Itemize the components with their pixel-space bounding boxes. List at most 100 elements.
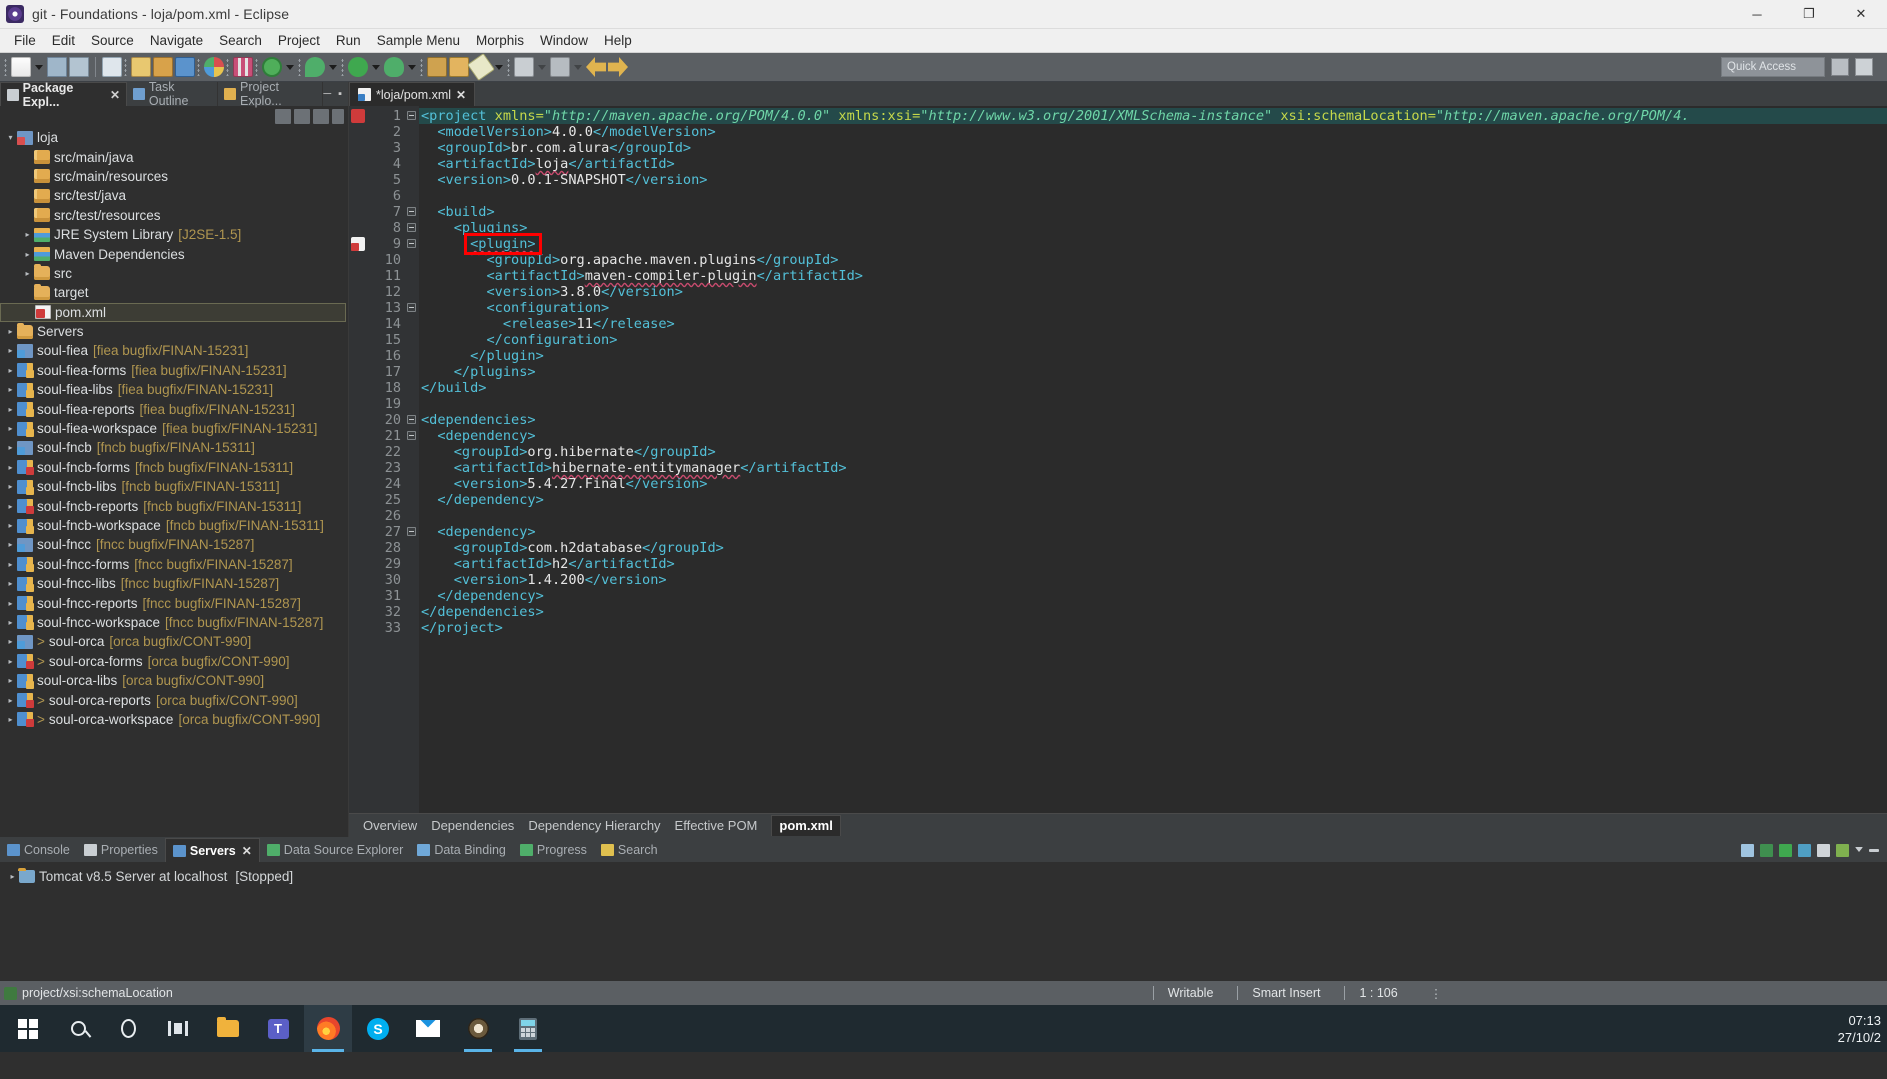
minimize-view-icon[interactable]: [1869, 848, 1879, 852]
run-icon[interactable]: [348, 57, 368, 77]
run-dropdown-icon[interactable]: [372, 64, 380, 70]
folding-column[interactable]: [405, 106, 419, 813]
profile-server-icon[interactable]: [1798, 843, 1811, 857]
tree-item-src-main-resources[interactable]: src/main/resources: [0, 167, 348, 186]
maven-tab-overview[interactable]: Overview: [363, 818, 417, 833]
eclipse-icon[interactable]: [454, 1005, 502, 1052]
tree-item-jre-system-library[interactable]: ▸ JRE System Library [J2SE-1.5]: [0, 225, 348, 244]
collapse-all-icon[interactable]: [275, 108, 291, 124]
expand-icon[interactable]: ▸: [4, 618, 17, 627]
tree-item-soul-orca-forms[interactable]: ▸ > soul-orca-forms [orca bugfix/CONT-990]: [0, 652, 348, 671]
bottom-tab-console[interactable]: Console: [0, 838, 77, 862]
new-dropdown-icon[interactable]: [35, 64, 43, 70]
next-annotation-icon[interactable]: [514, 57, 534, 77]
bottom-tab-progress[interactable]: Progress: [513, 838, 594, 862]
expand-icon[interactable]: ▸: [21, 250, 34, 259]
next-annotation-dropdown-icon[interactable]: [538, 64, 546, 70]
bottom-tab-properties[interactable]: Properties: [77, 838, 165, 862]
view-menu-icon[interactable]: [313, 108, 329, 124]
server-list-item[interactable]: ▸ Tomcat v8.5 Server at localhost [Stopp…: [0, 866, 1887, 886]
open-task-icon[interactable]: [153, 57, 173, 77]
expand-icon[interactable]: ▸: [4, 696, 17, 705]
status-more-icon[interactable]: ⋮: [1430, 986, 1443, 1001]
start-button-icon[interactable]: [4, 1005, 52, 1052]
refresh-icon[interactable]: [262, 57, 282, 77]
view-tab-project-explo[interactable]: Project Explo...: [218, 80, 324, 108]
toolbar-grip-9[interactable]: [507, 58, 510, 76]
tree-item-soul-fncb-reports[interactable]: ▸ soul-fncb-reports [fncb bugfix/FINAN-153…: [0, 496, 348, 515]
toggle-breakpoint-icon[interactable]: [131, 57, 151, 77]
menu-item-window[interactable]: Window: [532, 31, 596, 50]
save-icon[interactable]: [47, 57, 67, 77]
expand-icon[interactable]: ▸: [4, 637, 17, 646]
expand-icon[interactable]: ▸: [4, 482, 17, 491]
maven-tab-dependency-hierarchy[interactable]: Dependency Hierarchy: [528, 818, 660, 833]
close-icon[interactable]: ✕: [242, 844, 252, 858]
quick-access-input[interactable]: Quick Access: [1721, 57, 1825, 77]
tree-item-soul-fncc[interactable]: ▸ soul-fncc [fncc bugfix/FINAN-15287]: [0, 535, 348, 554]
mail-icon[interactable]: [404, 1005, 452, 1052]
close-icon[interactable]: ✕: [110, 88, 120, 102]
toolbar-grip-4[interactable]: [226, 58, 229, 76]
fold-toggle-icon[interactable]: [407, 415, 416, 424]
maven-tab-pom-xml[interactable]: pom.xml: [771, 815, 841, 836]
previous-annotation-icon[interactable]: [550, 57, 570, 77]
file-explorer-icon[interactable]: [204, 1005, 252, 1052]
menu-item-help[interactable]: Help: [596, 31, 640, 50]
warning-marker[interactable]: [351, 237, 365, 251]
tree-item-src-test-resources[interactable]: src/test/resources: [0, 206, 348, 225]
coverage-icon[interactable]: [204, 57, 224, 77]
tree-item-maven-dependencies[interactable]: ▸ Maven Dependencies: [0, 244, 348, 263]
tree-item-soul-fiea-reports[interactable]: ▸ soul-fiea-reports [fiea bugfix/FINAN-152…: [0, 399, 348, 418]
fold-toggle-icon[interactable]: [407, 303, 416, 312]
back-icon[interactable]: [586, 57, 606, 77]
tree-item-loja[interactable]: ▾ loja: [0, 128, 348, 147]
microsoft-teams-icon[interactable]: T: [254, 1005, 302, 1052]
console-view-icon[interactable]: [1741, 843, 1754, 857]
tree-item-soul-orca[interactable]: ▸ > soul-orca [orca bugfix/CONT-990]: [0, 632, 348, 651]
tree-item-soul-orca-workspace[interactable]: ▸ > soul-orca-workspace [orca bugfix/CONT-9…: [0, 710, 348, 729]
code-editor-text[interactable]: <project xmlns="http://maven.apache.org/…: [419, 106, 1887, 813]
servers-view-content[interactable]: ▸ Tomcat v8.5 Server at localhost [Stopp…: [0, 862, 1887, 981]
print-icon[interactable]: [102, 57, 122, 77]
menu-item-sample-menu[interactable]: Sample Menu: [369, 31, 468, 50]
marker-column[interactable]: [349, 106, 367, 813]
new-package-icon[interactable]: [449, 57, 469, 77]
external-tools-icon[interactable]: [305, 57, 325, 77]
tree-item-soul-fiea-workspace[interactable]: ▸ soul-fiea-workspace [fiea bugfix/FINAN-1…: [0, 419, 348, 438]
save-all-icon[interactable]: [69, 57, 89, 77]
tree-item-soul-fncb[interactable]: ▸ soul-fncb [fncb bugfix/FINAN-15311]: [0, 438, 348, 457]
menu-item-morphis[interactable]: Morphis: [468, 31, 532, 50]
new-annotation-icon[interactable]: [467, 53, 495, 81]
tree-item-src-test-java[interactable]: src/test/java: [0, 186, 348, 205]
fold-toggle-icon[interactable]: [407, 527, 416, 536]
view-tab-package-expl[interactable]: Package Expl... ✕: [0, 81, 128, 109]
expand-icon[interactable]: ▸: [21, 230, 34, 239]
fold-toggle-icon[interactable]: [407, 223, 416, 232]
publish-icon[interactable]: [1836, 843, 1849, 857]
external-tools-dropdown-icon[interactable]: [329, 64, 337, 70]
error-marker[interactable]: [351, 109, 365, 123]
menu-item-file[interactable]: File: [6, 31, 44, 50]
previous-annotation-dropdown-icon[interactable]: [574, 64, 582, 70]
tree-item-soul-fncc-forms[interactable]: ▸ soul-fncc-forms [fncc bugfix/FINAN-15287…: [0, 555, 348, 574]
search-icon[interactable]: [54, 1005, 102, 1052]
bottom-tab-search[interactable]: Search: [594, 838, 665, 862]
expand-icon[interactable]: ▾: [4, 133, 17, 142]
tree-item-soul-fiea[interactable]: ▸ soul-fiea [fiea bugfix/FINAN-15231]: [0, 341, 348, 360]
expand-icon[interactable]: ▸: [4, 366, 17, 375]
tree-item-soul-orca-reports[interactable]: ▸ > soul-orca-reports [orca bugfix/CONT-990…: [0, 690, 348, 709]
new-wizard-icon[interactable]: [11, 57, 31, 77]
minimize-button[interactable]: ─: [1731, 0, 1783, 28]
toolbar-grip-2[interactable]: [124, 58, 127, 76]
bottom-tab-servers[interactable]: Servers ✕: [164, 838, 260, 862]
fold-toggle-icon[interactable]: [407, 207, 416, 216]
open-type-icon[interactable]: [175, 57, 195, 77]
tree-item-soul-fncc-reports[interactable]: ▸ soul-fncc-reports [fncc bugfix/FINAN-152…: [0, 593, 348, 612]
refresh-dropdown-icon[interactable]: [286, 64, 294, 70]
maven-tab-dependencies[interactable]: Dependencies: [431, 818, 514, 833]
expand-icon[interactable]: ▸: [4, 405, 17, 414]
view-tab-task-outline[interactable]: Task Outline: [127, 80, 219, 108]
tree-item-src-main-java[interactable]: src/main/java: [0, 147, 348, 166]
view-menu-icon[interactable]: [1855, 847, 1863, 853]
